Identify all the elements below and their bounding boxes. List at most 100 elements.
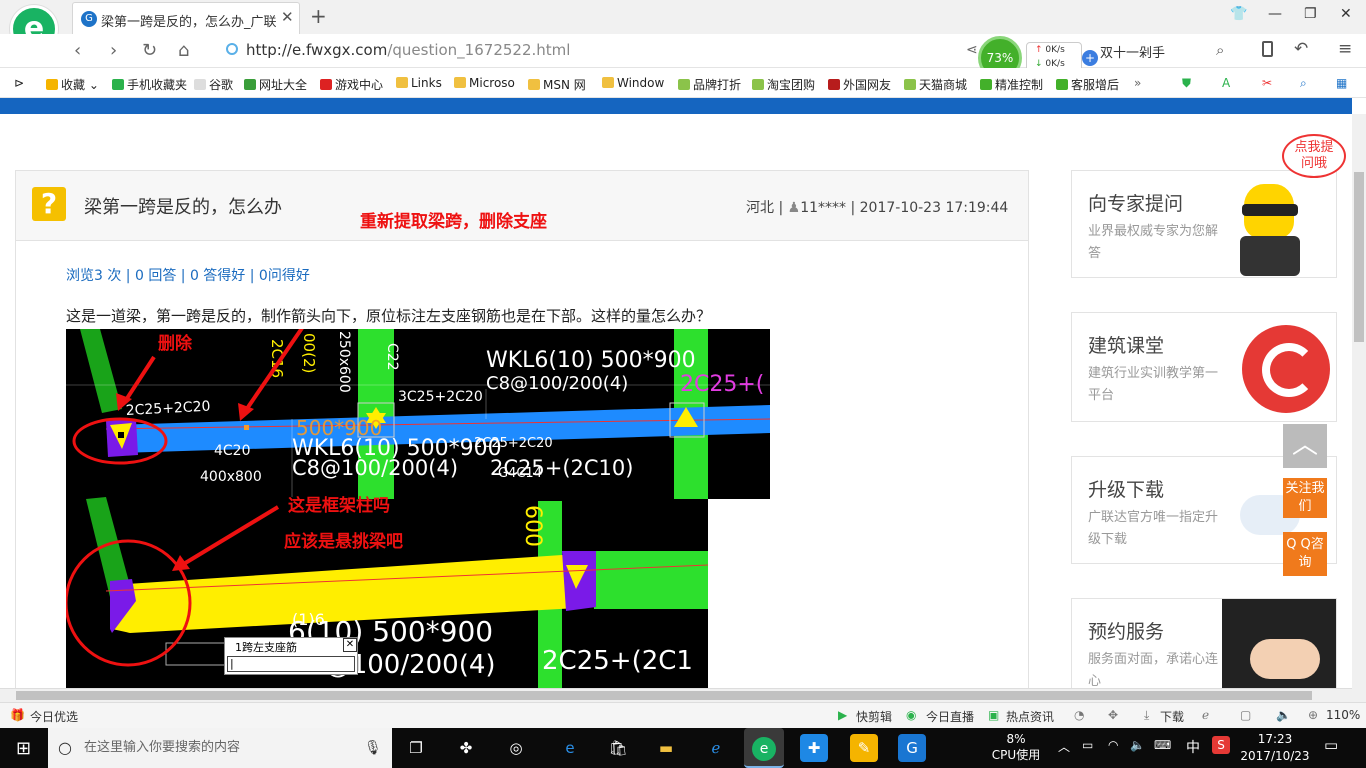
search-icon[interactable]: ⌕ [1216, 41, 1224, 59]
card-desc: 广联达官方唯一指定升级下载 [1088, 510, 1219, 547]
status-download[interactable]: 下载 [1160, 708, 1184, 725]
more-bookmarks-icon[interactable]: » [1134, 76, 1141, 90]
status-today-picks[interactable]: 今日优选 [30, 708, 78, 725]
speed-icon[interactable]: ◔ [1074, 708, 1084, 722]
browser-e-icon[interactable]: ℯ [1202, 708, 1209, 722]
bookmark-item[interactable]: 手机收藏夹 [112, 76, 187, 93]
sound-icon[interactable]: 🔈 [1276, 708, 1291, 722]
apps-grid-icon[interactable]: ▦ [1336, 76, 1347, 90]
minimize-button[interactable]: — [1268, 6, 1282, 22]
skin-icon[interactable]: 👕 [1230, 6, 1247, 22]
speed-boost-icon[interactable]: + [1082, 50, 1098, 66]
sogou-icon[interactable]: S [1212, 736, 1230, 754]
volume-icon[interactable]: 🔈 [1130, 738, 1145, 752]
taskbar-search[interactable]: ○ 在这里输入你要搜索的内容 🎙 [48, 728, 392, 768]
bookmark-item[interactable]: 精准控制 [980, 76, 1043, 93]
360-browser-icon[interactable]: e [744, 728, 784, 768]
back-icon[interactable]: ‹ [74, 40, 81, 61]
ime-indicator[interactable]: 中 [1186, 737, 1200, 757]
card-classroom[interactable]: 建筑课堂 建筑行业实训教学第一平台 [1071, 312, 1337, 422]
windows-start-icon[interactable]: ⊞ [16, 738, 31, 759]
bookmark-item[interactable]: 天猫商城 [904, 76, 967, 93]
download-icon[interactable]: ⤓ [1144, 708, 1149, 723]
mobile-icon[interactable] [1262, 41, 1273, 57]
question-datetime: | 2017-10-23 17:19:44 [850, 200, 1009, 216]
mascot-speech-bubble[interactable]: 点我提问哦 [1282, 134, 1346, 178]
fan-app-icon[interactable]: ✤ [452, 734, 480, 762]
new-tab-button[interactable]: + [310, 4, 327, 28]
bookmark-item[interactable]: 收藏 ⌄ [46, 76, 99, 93]
microphone-icon[interactable]: 🎙 [364, 728, 382, 768]
share-icon[interactable]: ⋖ [966, 42, 978, 58]
bookmark-item[interactable]: 客服增后 [1056, 76, 1119, 93]
cad-screenshot: WKL6(10) 500*900 C8@100/200(4) 2C25+( 3C… [66, 329, 770, 688]
zoom-level[interactable]: 110% [1326, 708, 1360, 722]
cad-popup-input[interactable]: | [227, 656, 355, 672]
status-item[interactable]: 热点资讯 [1006, 708, 1054, 725]
horizontal-scrollbar[interactable] [0, 688, 1352, 702]
qq-consult-button[interactable]: Q Q咨询 [1283, 532, 1327, 576]
scissors-icon[interactable]: ✂ [1262, 76, 1272, 90]
cpu-meter[interactable]: 8% CPU使用 [986, 732, 1046, 763]
cad-popup-close-icon[interactable]: ✕ [343, 638, 357, 652]
question-meta: 河北 | ♟11**** | 2017-10-23 17:19:44 [746, 200, 1009, 216]
home-icon[interactable]: ⌂ [178, 40, 189, 61]
magnifier-icon[interactable]: ⌕ [1300, 76, 1307, 91]
bookmark-item[interactable]: 品牌打折 [678, 76, 741, 93]
swirl-app-icon[interactable]: ◎ [502, 734, 530, 762]
tab-close-icon[interactable]: ✕ [281, 8, 294, 26]
zoom-icon[interactable]: ⊕ [1308, 708, 1318, 722]
horizontal-scroll-thumb[interactable] [16, 691, 1312, 700]
bookmark-item[interactable]: Window [602, 76, 664, 90]
tray-chevron-icon[interactable]: ︿ [1058, 738, 1070, 755]
restore-button[interactable]: ❐ [1304, 6, 1317, 22]
translate-icon[interactable]: A [1222, 76, 1230, 90]
forward-icon[interactable]: › [110, 40, 117, 61]
question-body: 这是一道梁，第一跨是反的，制作箭头向下，原位标注左支座钢筋也是在下部。这样的量怎… [66, 307, 712, 325]
close-window-button[interactable]: ✕ [1340, 6, 1352, 22]
task-view-icon[interactable]: ❐ [402, 734, 430, 762]
promo-text[interactable]: 双十一剁手 [1100, 42, 1165, 61]
undo-icon[interactable]: ↶ [1294, 39, 1308, 59]
window-icon[interactable]: ▢ [1240, 708, 1251, 722]
status-item[interactable]: 今日直播 [926, 708, 974, 725]
bookmark-item[interactable]: Microso [454, 76, 515, 90]
follow-us-button[interactable]: 关注我们 [1283, 478, 1327, 518]
question-user[interactable]: 11**** [800, 200, 846, 216]
bookmark-item[interactable]: 谷歌 [194, 76, 233, 93]
battery-icon[interactable]: ▭ [1082, 738, 1093, 752]
edge-icon[interactable]: e [556, 734, 584, 762]
cad-mid-size: 500*900 [296, 416, 382, 440]
vertical-scrollbar[interactable] [1352, 114, 1366, 702]
store-icon[interactable]: 🛍 [604, 734, 632, 762]
back-to-top-icon[interactable]: ︿ [1283, 424, 1327, 468]
ie-icon[interactable]: ℯ [702, 734, 730, 762]
shield-icon[interactable]: ⛊ [1182, 76, 1191, 91]
bookmark-item[interactable]: 网址大全 [244, 76, 307, 93]
bookmark-item[interactable]: MSN 网 [528, 76, 586, 93]
notes-app-icon[interactable]: ✎ [850, 734, 878, 762]
refresh-icon[interactable]: ↻ [142, 40, 157, 61]
file-explorer-icon[interactable]: ▬ [652, 734, 680, 762]
notification-icon[interactable]: ▭ [1324, 736, 1338, 754]
card-appointment[interactable]: 预约服务 服务面对面，承诺心连心 [1071, 598, 1337, 688]
browser-tab[interactable]: G 梁第一跨是反的，怎么办_广联达 ✕ [72, 2, 300, 34]
mascot-image[interactable] [1230, 184, 1310, 276]
status-item[interactable]: 快剪辑 [856, 708, 892, 725]
bookmark-item[interactable]: 游戏中心 [320, 76, 383, 93]
cad-popup-title: 1跨左支座筋 [235, 641, 297, 654]
bookmark-item[interactable]: 淘宝团购 [752, 76, 815, 93]
glodon-app-icon[interactable]: G [898, 734, 926, 762]
bookmark-item[interactable]: Links [396, 76, 442, 90]
page-content: ? 梁第一跨是反的，怎么办 河北 | ♟11**** | 2017-10-23 … [0, 114, 1352, 688]
clock[interactable]: 17:23 2017/10/23 [1240, 731, 1310, 765]
url-input[interactable]: http://e.fwxgx.com/question_1672522.html [246, 41, 570, 59]
pin-icon[interactable]: ✥ [1108, 708, 1118, 722]
vertical-scroll-thumb[interactable] [1354, 172, 1364, 342]
sidebar-toggle-icon[interactable]: ⊳ [14, 76, 24, 90]
wifi-icon[interactable]: ◠ [1108, 738, 1118, 752]
menu-icon[interactable]: ≡ [1338, 39, 1352, 59]
keyboard-icon[interactable]: ⌨ [1154, 738, 1171, 752]
plus-app-icon[interactable]: ✚ [800, 734, 828, 762]
bookmark-item[interactable]: 外国网友 [828, 76, 891, 93]
